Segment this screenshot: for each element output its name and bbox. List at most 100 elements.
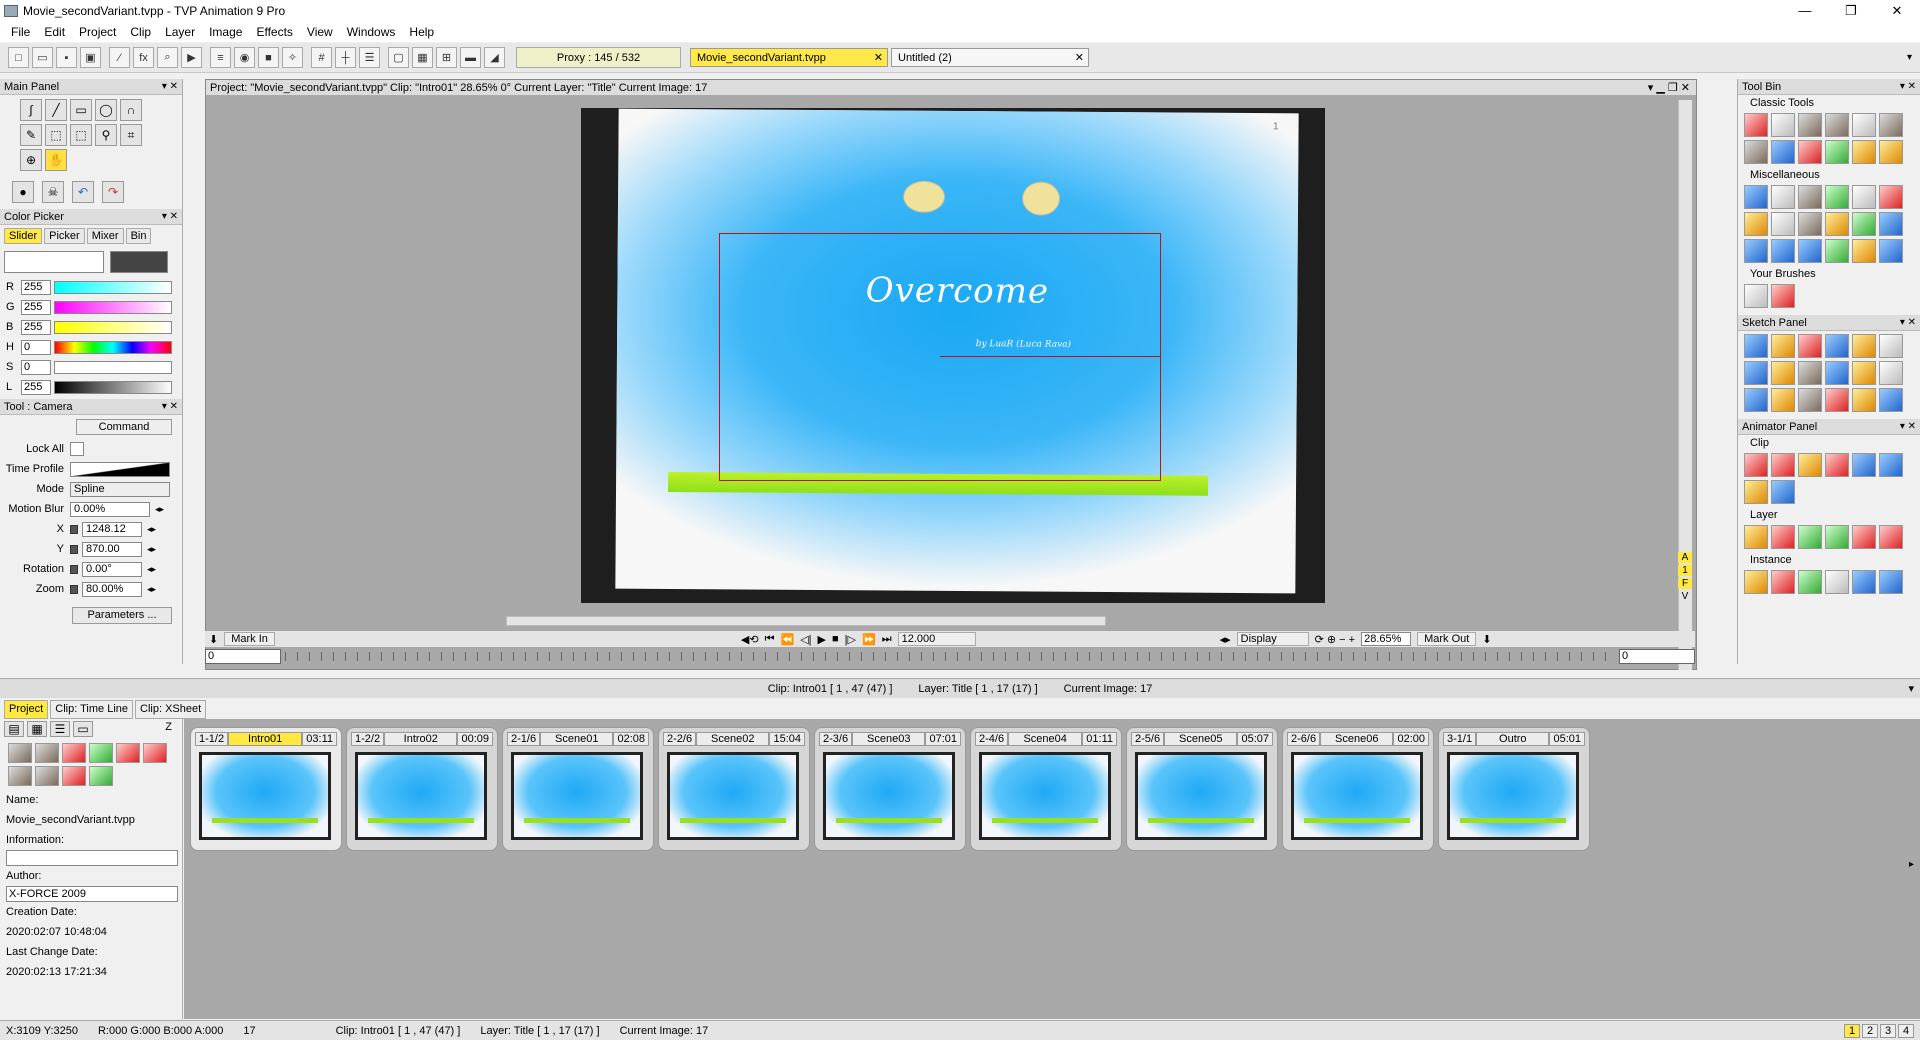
panel-close-icon[interactable]: ▾ ✕	[162, 211, 178, 222]
brush-icon[interactable]	[1852, 140, 1876, 164]
miscellaneous-label[interactable]: Miscellaneous	[1738, 167, 1920, 182]
mark-in-icon[interactable]: ⬇	[209, 633, 218, 646]
monitor-icon[interactable]: ▬	[460, 47, 481, 68]
mark-out-button[interactable]: Mark Out	[1417, 632, 1477, 646]
view-options-icon[interactable]: ⟳ ⊕ − +	[1315, 633, 1355, 646]
slider-value[interactable]: 255	[21, 299, 51, 315]
brush-icon[interactable]	[1852, 212, 1876, 236]
panel-close-icon[interactable]: ▾ ✕	[1900, 421, 1916, 432]
clip-card[interactable]: 2-4/6 Scene04 01:11	[970, 727, 1122, 851]
instance-tool-icon[interactable]	[1771, 570, 1795, 594]
eraser-icon[interactable]	[1825, 361, 1849, 385]
rotation-field[interactable]: 0.00°	[82, 561, 142, 577]
eraser-icon[interactable]	[1879, 361, 1903, 385]
brush-icon[interactable]	[1744, 113, 1768, 137]
add-clip-icon[interactable]	[35, 743, 59, 763]
mark-in-button[interactable]: Mark In	[224, 632, 275, 646]
side-button-a[interactable]: A	[1678, 552, 1692, 563]
menu-project[interactable]: Project	[72, 25, 123, 39]
next-frame-icon[interactable]: ⏩	[862, 633, 876, 646]
lock-icon[interactable]	[70, 544, 78, 554]
cross-icon[interactable]	[1744, 388, 1768, 412]
horizontal-scrollbar[interactable]	[506, 616, 1106, 626]
secondary-color-swatch[interactable]	[110, 251, 168, 273]
workspace-page-2[interactable]: 2	[1862, 1023, 1878, 1038]
play-button-icon[interactable]: ▶	[818, 633, 826, 646]
delete-clip-icon[interactable]	[62, 743, 86, 763]
brush-icon[interactable]	[1771, 185, 1795, 209]
close-window-button[interactable]: ✕	[1874, 0, 1920, 22]
instance-section-label[interactable]: Instance	[1738, 552, 1920, 567]
brush-icon[interactable]	[1798, 239, 1822, 263]
cross-icon[interactable]	[1771, 388, 1795, 412]
line-icon[interactable]: ╱	[45, 99, 67, 121]
brush-icon[interactable]	[1879, 113, 1903, 137]
slider-value[interactable]: 255	[21, 379, 51, 395]
clip-tool-icon[interactable]	[1879, 453, 1903, 477]
workspace-page-1[interactable]: 1	[1844, 1023, 1860, 1038]
workspace-page-4[interactable]: 4	[1898, 1023, 1914, 1038]
slider-bar[interactable]	[54, 340, 172, 354]
clip-section-label[interactable]: Clip	[1738, 435, 1920, 450]
layer-tool-icon[interactable]	[1879, 525, 1903, 549]
ink-icon[interactable]	[1744, 361, 1768, 385]
brush-icon[interactable]	[1852, 185, 1876, 209]
select-free-icon[interactable]: ⬚	[70, 124, 92, 146]
side-button-f[interactable]: F	[1678, 578, 1692, 589]
play-icon[interactable]: ▶	[181, 47, 202, 68]
menu-windows[interactable]: Windows	[340, 25, 403, 39]
stepper-arrows-icon[interactable]: ◂▸	[147, 564, 156, 575]
timeline-ruler[interactable]	[285, 652, 1615, 661]
clip-tool-icon[interactable]	[1771, 480, 1795, 504]
view-grid-icon[interactable]: ▦	[27, 721, 47, 737]
clip-card[interactable]: 1-1/2 Intro01 03:11	[190, 727, 342, 851]
tab-project[interactable]: Project	[4, 700, 49, 719]
time-profile-graph[interactable]	[70, 461, 170, 477]
pencil-icon[interactable]	[1879, 334, 1903, 358]
add-clip-icon[interactable]	[35, 766, 59, 786]
brush-icon[interactable]	[1744, 212, 1768, 236]
brush-icon[interactable]	[1825, 113, 1849, 137]
save-all-icon[interactable]: ▣	[80, 47, 101, 68]
slider-bar[interactable]	[54, 320, 172, 334]
layer-tool-icon[interactable]	[1771, 525, 1795, 549]
brush-icon[interactable]	[1825, 140, 1849, 164]
cross-icon[interactable]	[1798, 388, 1822, 412]
duplicate-clip-icon[interactable]	[89, 743, 113, 763]
ink-icon[interactable]	[1771, 361, 1795, 385]
brush-icon[interactable]	[1879, 140, 1903, 164]
motion-blur-field[interactable]: 0.00%	[70, 501, 150, 517]
brush-icon[interactable]	[1879, 185, 1903, 209]
pencil-icon[interactable]	[1798, 334, 1822, 358]
document-tab-movie[interactable]: Movie_secondVariant.tvpp ✕	[690, 48, 888, 67]
zoom-field[interactable]: 80.00%	[82, 581, 142, 597]
stepper-arrows-icon[interactable]: ◂▸	[147, 544, 156, 555]
layers-icon[interactable]: ≡	[210, 47, 231, 68]
cut-clip-icon[interactable]	[143, 743, 167, 763]
add-clip-icon[interactable]	[8, 766, 32, 786]
slider-l[interactable]: L 255	[0, 377, 182, 397]
zoom-field-viewer[interactable]: 28.65%	[1361, 632, 1412, 646]
layer-tool-icon[interactable]	[1744, 525, 1768, 549]
instance-tool-icon[interactable]	[1744, 570, 1768, 594]
open-folder-icon[interactable]: ▭	[32, 47, 53, 68]
panel-close-icon[interactable]: ▾ ✕	[1900, 81, 1916, 92]
mark-out-icon[interactable]: ⬇	[1482, 633, 1491, 646]
fx-tool-icon[interactable]	[1852, 570, 1876, 594]
eraser-icon[interactable]	[1879, 388, 1903, 412]
frame-icon[interactable]: ▢	[388, 47, 409, 68]
menu-help[interactable]: Help	[402, 25, 441, 39]
step-back-icon[interactable]: ◁|	[800, 633, 811, 646]
menu-clip[interactable]: Clip	[123, 25, 158, 39]
fx-icon[interactable]: fx	[133, 47, 154, 68]
eraser-icon[interactable]	[1825, 388, 1849, 412]
instance-tool-icon[interactable]	[1879, 570, 1903, 594]
lock-icon[interactable]	[70, 524, 78, 534]
author-field[interactable]: X-FORCE 2009	[6, 886, 178, 902]
brush-size-icon[interactable]: ●	[12, 181, 34, 203]
ellipse-icon[interactable]: ◯	[95, 99, 117, 121]
maximize-button[interactable]: ❐	[1828, 0, 1874, 22]
layer-tool-icon[interactable]	[1825, 525, 1849, 549]
gradient-icon[interactable]: ◢	[484, 47, 505, 68]
menu-edit[interactable]: Edit	[37, 25, 72, 39]
